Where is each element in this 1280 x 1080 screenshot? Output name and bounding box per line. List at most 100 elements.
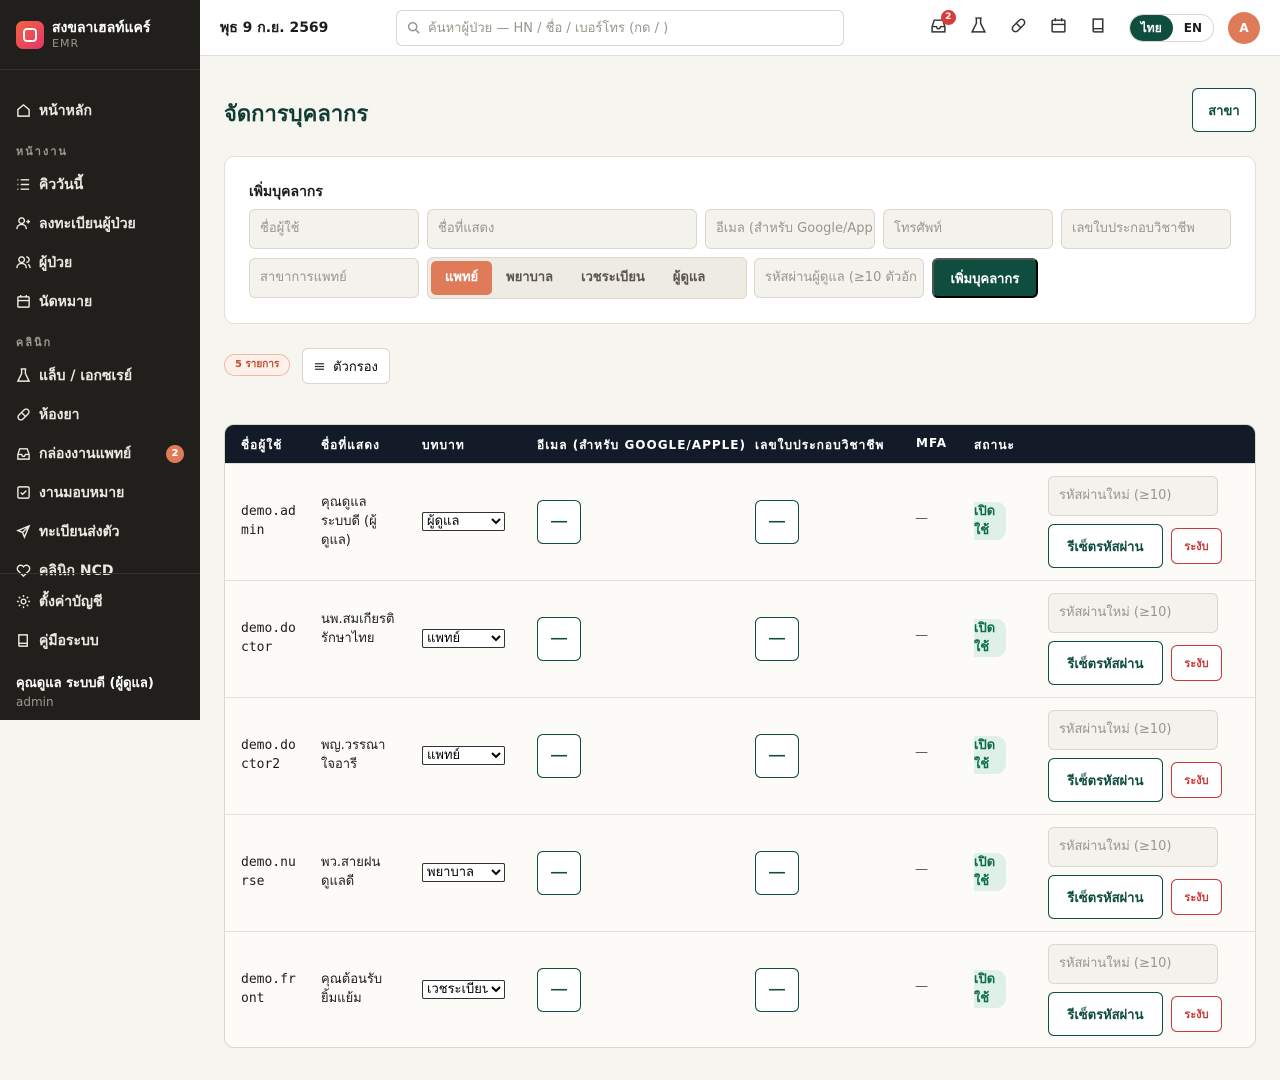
current-user-name: คุณดูแล ระบบดี (ผู้ดูแล) — [16, 676, 154, 691]
row-role-select[interactable]: แพทย์พยาบาลเวชระเบียนผู้ดูแล — [422, 629, 505, 648]
sidebar-item-register[interactable]: ลงทะเบียนผู้ป่วย — [0, 204, 200, 243]
row-license-button[interactable]: — — [755, 968, 799, 1012]
sidebar-footer: ตั้งค่าบัญชี คู่มือระบบ คุณดูแล ระบบดี (… — [0, 573, 200, 709]
role-option-admin[interactable]: ผู้ดูแล — [659, 261, 719, 295]
sidebar-item-lab[interactable]: แล็บ / เอกซเรย์ — [0, 356, 200, 395]
row-username: demo.doctor2 — [241, 738, 296, 772]
row-email-button[interactable]: — — [537, 851, 581, 895]
row-role-select[interactable]: แพทย์พยาบาลเวชระเบียนผู้ดูแล — [422, 863, 505, 882]
row-role-select[interactable]: แพทย์พยาบาลเวชระเบียนผู้ดูแล — [422, 746, 505, 765]
sidebar-item-tasks[interactable]: งานมอบหมาย — [0, 473, 200, 512]
book-icon — [1090, 17, 1107, 38]
book-icon — [16, 633, 31, 648]
app-name: สงขลาเฮลท์แคร์ — [52, 20, 151, 36]
branch-button[interactable]: สาขา — [1192, 88, 1256, 132]
row-license-button[interactable]: — — [755, 734, 799, 778]
phone-input[interactable]: โทรศัพท์ — [883, 209, 1053, 249]
table-header: ชื่อผู้ใช้ ชื่อที่แสดง บทบาท อีเมล (สำหร… — [225, 425, 1255, 463]
col-email: อีเมล (สำหรับ GOOGLE/APPLE) — [537, 438, 746, 452]
row-new-password-input[interactable]: รหัสผ่านใหม่ (≥10) — [1048, 593, 1218, 633]
pharmacy-button[interactable] — [999, 10, 1039, 46]
row-reset-password-button[interactable]: รีเซ็ตรหัสผ่าน — [1048, 524, 1163, 568]
admin-password-input[interactable]: รหัสผ่านผู้ดูแล (≥10 ตัวอัก — [754, 258, 924, 298]
username-input[interactable]: ชื่อผู้ใช้ — [249, 209, 419, 249]
sidebar-item-account-settings[interactable]: ตั้งค่าบัญชี — [0, 582, 200, 621]
row-display-name: คุณต้อนรับ ยิ้มแย้ม — [321, 972, 383, 1006]
nav-section-clinic: คลินิก — [16, 336, 53, 349]
col-display-name: ชื่อที่แสดง — [321, 438, 380, 452]
app-logo-icon — [16, 20, 44, 49]
sidebar-item-referrals[interactable]: ทะเบียนส่งตัว — [0, 512, 200, 551]
user-plus-icon — [16, 216, 31, 231]
brand[interactable]: สงขลาเฮลท์แคร์ EMR — [0, 0, 200, 70]
sidebar-item-label: นัดหมาย — [39, 293, 93, 310]
avatar[interactable]: A — [1228, 11, 1260, 44]
inbox-button[interactable]: 2 — [919, 9, 959, 46]
row-email-button[interactable]: — — [537, 617, 581, 661]
row-email-button[interactable]: — — [537, 734, 581, 778]
row-suspend-button[interactable]: ระงับ — [1171, 528, 1222, 564]
sidebar-item-patients[interactable]: ผู้ป่วย — [0, 243, 200, 282]
row-suspend-button[interactable]: ระงับ — [1171, 879, 1222, 915]
display-name-input[interactable]: ชื่อที่แสดง — [427, 209, 697, 249]
row-suspend-button[interactable]: ระงับ — [1171, 645, 1222, 681]
row-email-button[interactable]: — — [537, 500, 581, 544]
row-username: demo.doctor — [241, 621, 296, 655]
row-new-password-input[interactable]: รหัสผ่านใหม่ (≥10) — [1048, 476, 1218, 516]
row-email-button[interactable]: — — [537, 968, 581, 1012]
role-option-doctor[interactable]: แพทย์ — [431, 261, 493, 295]
row-reset-password-button[interactable]: รีเซ็ตรหัสผ่าน — [1048, 875, 1163, 919]
row-new-password-input[interactable]: รหัสผ่านใหม่ (≥10) — [1048, 710, 1218, 750]
sidebar-item-label: หน้าหลัก — [39, 102, 92, 119]
filter-button[interactable]: ตัวกรอง — [302, 348, 390, 384]
flask-icon — [970, 17, 987, 38]
topbar: พุธ 9 ก.ย. 2569 ค้นหาผู้ป่วย — HN / ชื่อ… — [200, 0, 1280, 56]
row-mfa: — — [915, 862, 928, 877]
row-new-password-input[interactable]: รหัสผ่านใหม่ (≥10) — [1048, 944, 1218, 984]
row-reset-password-button[interactable]: รีเซ็ตรหัสผ่าน — [1048, 992, 1163, 1036]
sidebar-item-appointments[interactable]: นัดหมาย — [0, 282, 200, 321]
row-reset-password-button[interactable]: รีเซ็ตรหัสผ่าน — [1048, 758, 1163, 802]
sidebar-item-home[interactable]: หน้าหลัก — [0, 91, 200, 130]
add-staff-button[interactable]: เพิ่มบุคลากร — [932, 258, 1038, 298]
lab-button[interactable] — [959, 10, 999, 46]
license-input[interactable]: เลขใบประกอบวิชาชีพ — [1061, 209, 1231, 249]
patient-search-input[interactable]: ค้นหาผู้ป่วย — HN / ชื่อ / เบอร์โทร (กด … — [396, 9, 844, 46]
col-status: สถานะ — [974, 438, 1015, 452]
sidebar-item-label: คิววันนี้ — [39, 176, 84, 193]
current-user[interactable]: คุณดูแล ระบบดี (ผู้ดูแล) admin — [0, 660, 200, 709]
pill-icon — [16, 407, 31, 422]
role-option-records[interactable]: เวชระเบียน — [567, 261, 659, 295]
sidebar-item-manual[interactable]: คู่มือระบบ — [0, 621, 200, 660]
topbar-actions: 2 ไทย EN A — [919, 9, 1260, 46]
lang-th-button[interactable]: ไทย — [1129, 14, 1173, 41]
row-reset-password-button[interactable]: รีเซ็ตรหัสผ่าน — [1048, 641, 1163, 685]
specialty-input[interactable]: สาขาการแพทย์ — [249, 258, 419, 298]
sidebar-item-doctor-inbox[interactable]: กล่องงานแพทย์ 2 — [0, 434, 200, 473]
row-license-button[interactable]: — — [755, 500, 799, 544]
email-input[interactable]: อีเมล (สำหรับ Google/App — [705, 209, 875, 249]
staff-table: ชื่อผู้ใช้ ชื่อที่แสดง บทบาท อีเมล (สำหร… — [224, 424, 1256, 1048]
table-row: demo.front คุณต้อนรับ ยิ้มแย้ม แพทย์พยาบ… — [225, 931, 1255, 1047]
row-mfa: — — [915, 511, 928, 526]
table-row: demo.doctor นพ.สมเกียรติ รักษาไทย แพทย์พ… — [225, 580, 1255, 697]
inbox-badge: 2 — [940, 9, 956, 25]
manual-button[interactable] — [1079, 10, 1119, 46]
sidebar-item-label: คู่มือระบบ — [39, 632, 99, 649]
sidebar-item-queue[interactable]: คิววันนี้ — [0, 165, 200, 204]
sidebar-item-label: ทะเบียนส่งตัว — [39, 523, 120, 540]
row-suspend-button[interactable]: ระงับ — [1171, 762, 1222, 798]
sidebar-item-label: กล่องงานแพทย์ — [39, 445, 132, 462]
row-license-button[interactable]: — — [755, 851, 799, 895]
sidebar-item-label: ผู้ป่วย — [39, 254, 73, 271]
row-new-password-input[interactable]: รหัสผ่านใหม่ (≥10) — [1048, 827, 1218, 867]
lang-en-button[interactable]: EN — [1173, 15, 1213, 41]
row-suspend-button[interactable]: ระงับ — [1171, 996, 1222, 1032]
row-role-select[interactable]: แพทย์พยาบาลเวชระเบียนผู้ดูแล — [422, 980, 505, 999]
row-username: demo.nurse — [241, 855, 296, 889]
row-license-button[interactable]: — — [755, 617, 799, 661]
calendar-button[interactable] — [1039, 10, 1079, 46]
row-role-select[interactable]: แพทย์พยาบาลเวชระเบียนผู้ดูแล — [422, 512, 505, 531]
role-option-nurse[interactable]: พยาบาล — [492, 261, 567, 295]
sidebar-item-pharmacy[interactable]: ห้องยา — [0, 395, 200, 434]
